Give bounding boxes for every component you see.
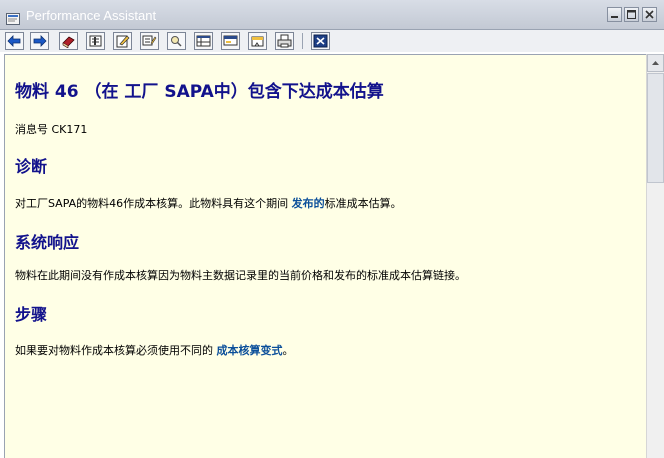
message-button[interactable] [221,32,240,50]
scroll-up-button[interactable] [647,54,664,72]
print-icon [277,34,292,48]
diagnosis-text: 对工厂SAPA的物料46作成本核算。此物料具有这个期间 发布的标准成本估算。 [15,195,402,211]
app-icon [6,10,20,25]
title-bar: Performance Assistant [0,0,664,30]
glossary-icon [142,35,157,46]
message-number: 消息号 CK171 [15,123,88,136]
diagnosis-text-start: 对工厂SAPA的物料46作成本核算。此物料具有这个期间 [15,197,292,210]
diagnosis-text-end: 标准成本估算。 [324,197,402,210]
table-icon [196,35,211,47]
table-button[interactable] [194,32,213,50]
bookmark-icon [251,36,264,47]
toolbar-separator [302,33,303,49]
scroll-thumb[interactable] [647,73,664,183]
technical-info-icon [89,35,102,47]
system-response-heading: 系统响应 [15,233,80,252]
procedure-heading: 步骤 [15,305,48,324]
document-title: 物料 46 （在 工厂 SAPA中）包含下达成本估算 [15,82,384,102]
print-preview-icon [171,36,182,47]
exit-button[interactable] [311,32,330,50]
close-button[interactable] [642,7,657,22]
print-button[interactable] [275,32,294,50]
edit-icon [116,35,130,48]
arrow-up-icon [652,61,659,65]
forward-icon [33,35,47,47]
forward-button[interactable] [30,32,49,50]
minimize-button[interactable] [607,7,622,22]
window-title: Performance Assistant [26,8,157,23]
book-button[interactable] [59,32,78,50]
message-icon [223,35,238,46]
toolbar [0,30,664,52]
edit-button[interactable] [113,32,132,50]
help-document: 物料 46 （在 工厂 SAPA中）包含下达成本估算 消息号 CK171 诊断 … [4,54,646,458]
book-icon [62,36,75,48]
minimize-icon [611,16,618,18]
costing-variant-link[interactable]: 成本核算变式 [217,344,283,357]
procedure-text: 如果要对物料作成本核算必须使用不同的 成本核算变式。 [15,342,294,358]
close-icon [645,10,654,19]
maximize-icon [627,10,636,19]
glossary-button[interactable] [140,32,159,50]
maximize-button[interactable] [624,7,639,22]
procedure-text-end: 。 [282,344,294,357]
diagnosis-heading: 诊断 [15,157,48,176]
technical-info-button[interactable] [86,32,105,50]
print-preview-button[interactable] [167,32,186,50]
bookmark-button[interactable] [248,32,267,50]
procedure-text-start: 如果要对物料作成本核算必须使用不同的 [15,344,217,357]
exit-icon [313,34,328,48]
back-button[interactable] [5,32,24,50]
released-link[interactable]: 发布的 [292,197,325,210]
vertical-scrollbar[interactable] [646,54,664,458]
system-response-text: 物料在此期间没有作成本核算因为物料主数据记录里的当前价格和发布的标准成本估算链接… [15,269,466,282]
back-icon [7,35,21,47]
